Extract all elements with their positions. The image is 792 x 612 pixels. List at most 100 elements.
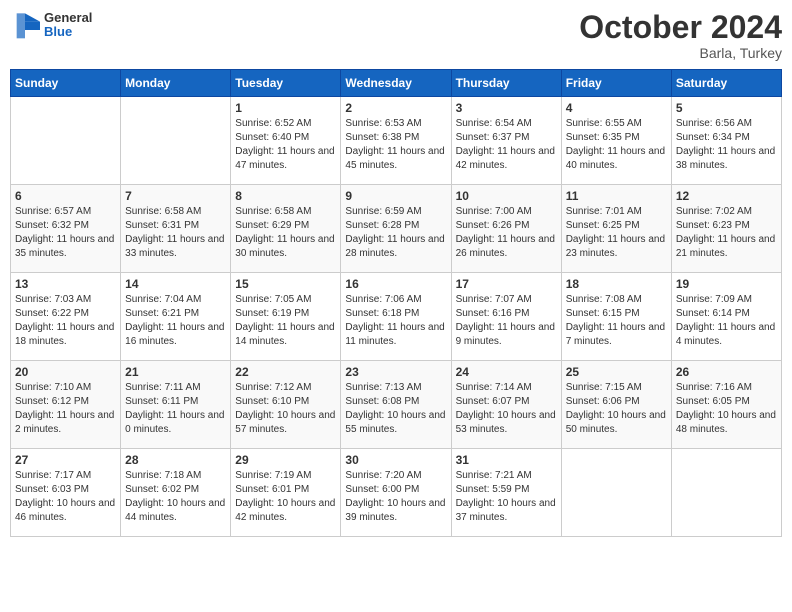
day-number: 17 bbox=[456, 277, 557, 291]
day-info: Sunrise: 7:17 AM Sunset: 6:03 PM Dayligh… bbox=[15, 469, 116, 525]
day-number: 5 bbox=[676, 101, 777, 115]
calendar-week-row: 20 Sunrise: 7:10 AM Sunset: 6:12 PM Dayli… bbox=[11, 361, 782, 449]
day-info: Sunrise: 7:20 AM Sunset: 6:00 PM Dayligh… bbox=[345, 469, 446, 525]
day-info: Sunrise: 6:56 AM Sunset: 6:34 PM Dayligh… bbox=[676, 117, 777, 173]
day-number: 26 bbox=[676, 365, 777, 379]
day-info: Sunrise: 7:02 AM Sunset: 6:23 PM Dayligh… bbox=[676, 205, 777, 261]
day-number: 4 bbox=[566, 101, 667, 115]
day-number: 12 bbox=[676, 189, 777, 203]
calendar-day-cell: 3Sunrise: 6:54 AM Sunset: 6:37 PM Daylig… bbox=[451, 97, 561, 185]
calendar-day-cell: 27 Sunrise: 7:17 AM Sunset: 6:03 PM Dayli… bbox=[11, 449, 121, 537]
calendar-day-cell: 16Sunrise: 7:06 AM Sunset: 6:18 PM Dayli… bbox=[341, 273, 451, 361]
day-number: 19 bbox=[676, 277, 777, 291]
day-number: 20 bbox=[15, 365, 116, 379]
calendar-day-cell: 8 Sunrise: 6:58 AM Sunset: 6:29 PM Daylig… bbox=[231, 185, 341, 273]
calendar-day-cell: 31Sunrise: 7:21 AM Sunset: 5:59 PM Dayli… bbox=[451, 449, 561, 537]
day-number: 28 bbox=[125, 453, 226, 467]
day-info: Sunrise: 7:03 AM Sunset: 6:22 PM Dayligh… bbox=[15, 293, 116, 349]
calendar-day-cell: 7 Sunrise: 6:58 AM Sunset: 6:31 PM Daylig… bbox=[121, 185, 231, 273]
day-number: 8 bbox=[235, 189, 336, 203]
day-info: Sunrise: 7:14 AM Sunset: 6:07 PM Dayligh… bbox=[456, 381, 557, 437]
calendar-day-cell: 29 Sunrise: 7:19 AM Sunset: 6:01 PM Dayli… bbox=[231, 449, 341, 537]
calendar-table: SundayMondayTuesdayWednesdayThursdayFrid… bbox=[10, 69, 782, 537]
calendar-day-cell: 26 Sunrise: 7:16 AM Sunset: 6:05 PM Dayli… bbox=[671, 361, 781, 449]
day-number: 14 bbox=[125, 277, 226, 291]
day-number: 7 bbox=[125, 189, 226, 203]
calendar-day-cell: 6 Sunrise: 6:57 AM Sunset: 6:32 PM Daylig… bbox=[11, 185, 121, 273]
day-info: Sunrise: 7:00 AM Sunset: 6:26 PM Dayligh… bbox=[456, 205, 557, 261]
day-number: 6 bbox=[15, 189, 116, 203]
day-info: Sunrise: 7:19 AM Sunset: 6:01 PM Dayligh… bbox=[235, 469, 336, 525]
day-number: 27 bbox=[15, 453, 116, 467]
calendar-day-cell: 12 Sunrise: 7:02 AM Sunset: 6:23 PM Dayli… bbox=[671, 185, 781, 273]
calendar-day-cell: 30Sunrise: 7:20 AM Sunset: 6:00 PM Dayli… bbox=[341, 449, 451, 537]
calendar-day-cell: 11Sunrise: 7:01 AM Sunset: 6:25 PM Dayli… bbox=[561, 185, 671, 273]
calendar-day-cell: 20 Sunrise: 7:10 AM Sunset: 6:12 PM Dayli… bbox=[11, 361, 121, 449]
day-number: 24 bbox=[456, 365, 557, 379]
day-info: Sunrise: 6:55 AM Sunset: 6:35 PM Dayligh… bbox=[566, 117, 667, 173]
day-info: Sunrise: 6:59 AM Sunset: 6:28 PM Dayligh… bbox=[345, 205, 446, 261]
calendar-day-cell: 14 Sunrise: 7:04 AM Sunset: 6:21 PM Dayli… bbox=[121, 273, 231, 361]
day-number: 15 bbox=[235, 277, 336, 291]
calendar-day-cell: 28 Sunrise: 7:18 AM Sunset: 6:02 PM Dayli… bbox=[121, 449, 231, 537]
calendar-day-cell: 2 Sunrise: 6:53 AM Sunset: 6:38 PM Daylig… bbox=[341, 97, 451, 185]
day-info: Sunrise: 7:01 AM Sunset: 6:25 PM Dayligh… bbox=[566, 205, 667, 261]
day-number: 23 bbox=[345, 365, 446, 379]
calendar-day-cell: 1 Sunrise: 6:52 AM Sunset: 6:40 PM Daylig… bbox=[231, 97, 341, 185]
day-info: Sunrise: 6:52 AM Sunset: 6:40 PM Dayligh… bbox=[235, 117, 336, 173]
day-of-week-header: Wednesday bbox=[341, 70, 451, 97]
day-info: Sunrise: 7:09 AM Sunset: 6:14 PM Dayligh… bbox=[676, 293, 777, 349]
day-info: Sunrise: 6:57 AM Sunset: 6:32 PM Dayligh… bbox=[15, 205, 116, 261]
day-info: Sunrise: 7:18 AM Sunset: 6:02 PM Dayligh… bbox=[125, 469, 226, 525]
calendar-day-cell: 15Sunrise: 7:05 AM Sunset: 6:19 PM Dayli… bbox=[231, 273, 341, 361]
calendar-day-cell: 25 Sunrise: 7:15 AM Sunset: 6:06 PM Dayli… bbox=[561, 361, 671, 449]
calendar-day-cell: 5 Sunrise: 6:56 AM Sunset: 6:34 PM Daylig… bbox=[671, 97, 781, 185]
day-info: Sunrise: 6:54 AM Sunset: 6:37 PM Dayligh… bbox=[456, 117, 557, 173]
day-number: 1 bbox=[235, 101, 336, 115]
calendar-week-row: 13 Sunrise: 7:03 AM Sunset: 6:22 PM Dayli… bbox=[11, 273, 782, 361]
calendar-day-cell bbox=[671, 449, 781, 537]
day-info: Sunrise: 6:53 AM Sunset: 6:38 PM Dayligh… bbox=[345, 117, 446, 173]
day-number: 29 bbox=[235, 453, 336, 467]
day-info: Sunrise: 7:10 AM Sunset: 6:12 PM Dayligh… bbox=[15, 381, 116, 437]
day-info: Sunrise: 6:58 AM Sunset: 6:31 PM Dayligh… bbox=[125, 205, 226, 261]
calendar-header-row: SundayMondayTuesdayWednesdayThursdayFrid… bbox=[11, 70, 782, 97]
calendar-day-cell: 23 Sunrise: 7:13 AM Sunset: 6:08 PM Dayli… bbox=[341, 361, 451, 449]
logo: General Blue bbox=[10, 10, 92, 40]
day-info: Sunrise: 7:21 AM Sunset: 5:59 PM Dayligh… bbox=[456, 469, 557, 525]
day-info: Sunrise: 7:06 AM Sunset: 6:18 PM Dayligh… bbox=[345, 293, 446, 349]
calendar-day-cell bbox=[11, 97, 121, 185]
logo-icon bbox=[10, 10, 40, 40]
day-of-week-header: Friday bbox=[561, 70, 671, 97]
day-of-week-header: Sunday bbox=[11, 70, 121, 97]
calendar-day-cell: 18Sunrise: 7:08 AM Sunset: 6:15 PM Dayli… bbox=[561, 273, 671, 361]
calendar-day-cell: 22Sunrise: 7:12 AM Sunset: 6:10 PM Dayli… bbox=[231, 361, 341, 449]
day-of-week-header: Tuesday bbox=[231, 70, 341, 97]
day-number: 9 bbox=[345, 189, 446, 203]
day-info: Sunrise: 6:58 AM Sunset: 6:29 PM Dayligh… bbox=[235, 205, 336, 261]
day-number: 25 bbox=[566, 365, 667, 379]
calendar-day-cell: 17Sunrise: 7:07 AM Sunset: 6:16 PM Dayli… bbox=[451, 273, 561, 361]
month-title: October 2024 bbox=[579, 10, 782, 45]
calendar-day-cell bbox=[121, 97, 231, 185]
calendar-day-cell: 10 Sunrise: 7:00 AM Sunset: 6:26 PM Dayli… bbox=[451, 185, 561, 273]
calendar-day-cell: 9 Sunrise: 6:59 AM Sunset: 6:28 PM Daylig… bbox=[341, 185, 451, 273]
day-info: Sunrise: 7:16 AM Sunset: 6:05 PM Dayligh… bbox=[676, 381, 777, 437]
day-info: Sunrise: 7:08 AM Sunset: 6:15 PM Dayligh… bbox=[566, 293, 667, 349]
title-area: October 2024 Barla, Turkey bbox=[579, 10, 782, 61]
day-number: 10 bbox=[456, 189, 557, 203]
day-number: 2 bbox=[345, 101, 446, 115]
calendar-day-cell: 4 Sunrise: 6:55 AM Sunset: 6:35 PM Daylig… bbox=[561, 97, 671, 185]
calendar-day-cell: 24 Sunrise: 7:14 AM Sunset: 6:07 PM Dayli… bbox=[451, 361, 561, 449]
calendar-day-cell: 21Sunrise: 7:11 AM Sunset: 6:11 PM Dayli… bbox=[121, 361, 231, 449]
calendar-week-row: 1 Sunrise: 6:52 AM Sunset: 6:40 PM Daylig… bbox=[11, 97, 782, 185]
day-info: Sunrise: 7:04 AM Sunset: 6:21 PM Dayligh… bbox=[125, 293, 226, 349]
day-info: Sunrise: 7:13 AM Sunset: 6:08 PM Dayligh… bbox=[345, 381, 446, 437]
page-header: General Blue October 2024 Barla, Turkey bbox=[10, 10, 782, 61]
day-of-week-header: Monday bbox=[121, 70, 231, 97]
day-info: Sunrise: 7:12 AM Sunset: 6:10 PM Dayligh… bbox=[235, 381, 336, 437]
logo-blue: Blue bbox=[44, 25, 92, 39]
calendar-day-cell bbox=[561, 449, 671, 537]
day-number: 13 bbox=[15, 277, 116, 291]
day-info: Sunrise: 7:15 AM Sunset: 6:06 PM Dayligh… bbox=[566, 381, 667, 437]
